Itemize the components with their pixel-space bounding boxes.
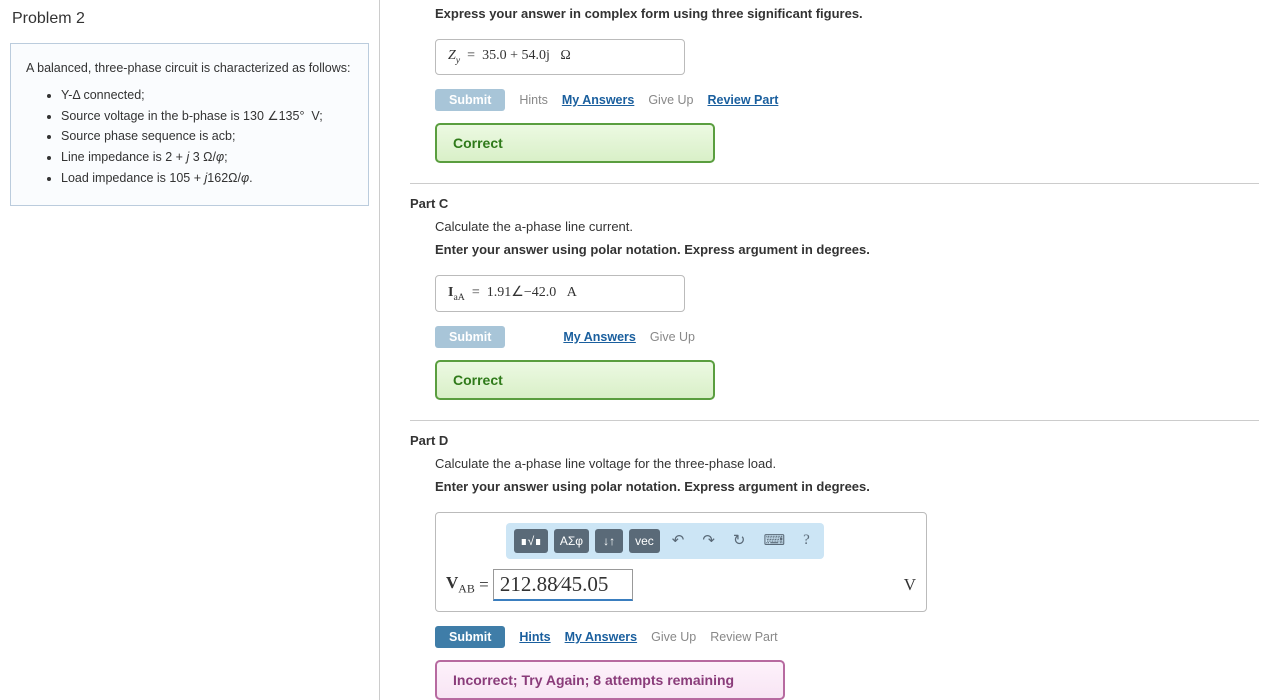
- keyboard-icon[interactable]: ⌨: [757, 529, 791, 552]
- partB-feedback-correct: Correct: [435, 123, 715, 163]
- partD-instruction: Enter your answer using polar notation. …: [435, 479, 1259, 494]
- submit-button[interactable]: Submit: [435, 626, 505, 648]
- problem-bullet: Line impedance is 2 + j 3 Ω/φ;: [61, 148, 353, 167]
- reset-icon[interactable]: ↻: [727, 529, 752, 552]
- partC-value: 1.91∠−42.0: [487, 285, 556, 300]
- hints-link: Hints: [519, 93, 547, 107]
- partB-button-row: Submit Hints My Answers Give Up Review P…: [435, 89, 1259, 111]
- vector-icon[interactable]: vec: [629, 529, 660, 553]
- partD-button-row: Submit Hints My Answers Give Up Review P…: [435, 626, 1259, 648]
- submit-button: Submit: [435, 326, 505, 348]
- partC-feedback-correct: Correct: [435, 360, 715, 400]
- undo-icon[interactable]: ↶: [666, 529, 691, 552]
- hints-link[interactable]: Hints: [519, 630, 550, 644]
- review-part-link[interactable]: Review Part: [710, 630, 777, 644]
- problem-bullet: Source phase sequence is acb;: [61, 127, 353, 146]
- partD-feedback-incorrect: Incorrect; Try Again; 8 attempts remaini…: [435, 660, 785, 700]
- give-up-link: Give Up: [650, 330, 695, 344]
- partB-instruction: Express your answer in complex form usin…: [435, 6, 1259, 21]
- partD-input[interactable]: 212.88∕45.05: [493, 569, 633, 601]
- partB-value: 35.0 + 54.0j: [482, 48, 550, 63]
- redo-icon[interactable]: ↷: [696, 529, 721, 552]
- help-icon[interactable]: ?: [797, 530, 816, 551]
- template-icon[interactable]: ∎√∎: [514, 529, 548, 553]
- subscript-icon[interactable]: ↓↑: [595, 529, 623, 553]
- problem-bullet: Y-Δ connected;: [61, 86, 353, 105]
- partC-answer-box: IaA = 1.91∠−42.0 A: [435, 275, 685, 312]
- greek-icon[interactable]: ΑΣφ: [554, 529, 589, 553]
- problem-bullet: Load impedance is 105 + j162Ω/φ.: [61, 169, 353, 188]
- problem-sidebar: Problem 2 A balanced, three-phase circui…: [0, 0, 380, 700]
- give-up-link[interactable]: Give Up: [651, 630, 696, 644]
- partD-input-box: ∎√∎ ΑΣφ ↓↑ vec ↶ ↷ ↻ ⌨ ? VAB = 212.88∕45…: [435, 512, 927, 612]
- partB-answer-box: Zy = 35.0 + 54.0j Ω: [435, 39, 685, 75]
- my-answers-link[interactable]: My Answers: [563, 330, 635, 344]
- review-part-link[interactable]: Review Part: [707, 93, 778, 107]
- my-answers-link[interactable]: My Answers: [562, 93, 634, 107]
- my-answers-link[interactable]: My Answers: [565, 630, 637, 644]
- partC-title: Part C: [410, 196, 1259, 211]
- partC-button-row: Submit My Answers Give Up: [435, 326, 1259, 348]
- partC-instruction: Enter your answer using polar notation. …: [435, 242, 1259, 257]
- partD-prompt: Calculate the a-phase line voltage for t…: [435, 456, 1259, 471]
- problem-intro: A balanced, three-phase circuit is chara…: [26, 59, 353, 78]
- equation-toolbar: ∎√∎ ΑΣφ ↓↑ vec ↶ ↷ ↻ ⌨ ?: [506, 523, 824, 559]
- divider: [410, 183, 1259, 184]
- main-content: Express your answer in complex form usin…: [380, 0, 1279, 700]
- problem-bullet: Source voltage in the b-phase is 130 ∠13…: [61, 107, 353, 126]
- submit-button: Submit: [435, 89, 505, 111]
- divider: [410, 420, 1259, 421]
- give-up-link: Give Up: [648, 93, 693, 107]
- problem-title: Problem 2: [10, 10, 369, 28]
- partC-prompt: Calculate the a-phase line current.: [435, 219, 1259, 234]
- partD-title: Part D: [410, 433, 1259, 448]
- problem-description: A balanced, three-phase circuit is chara…: [10, 43, 369, 206]
